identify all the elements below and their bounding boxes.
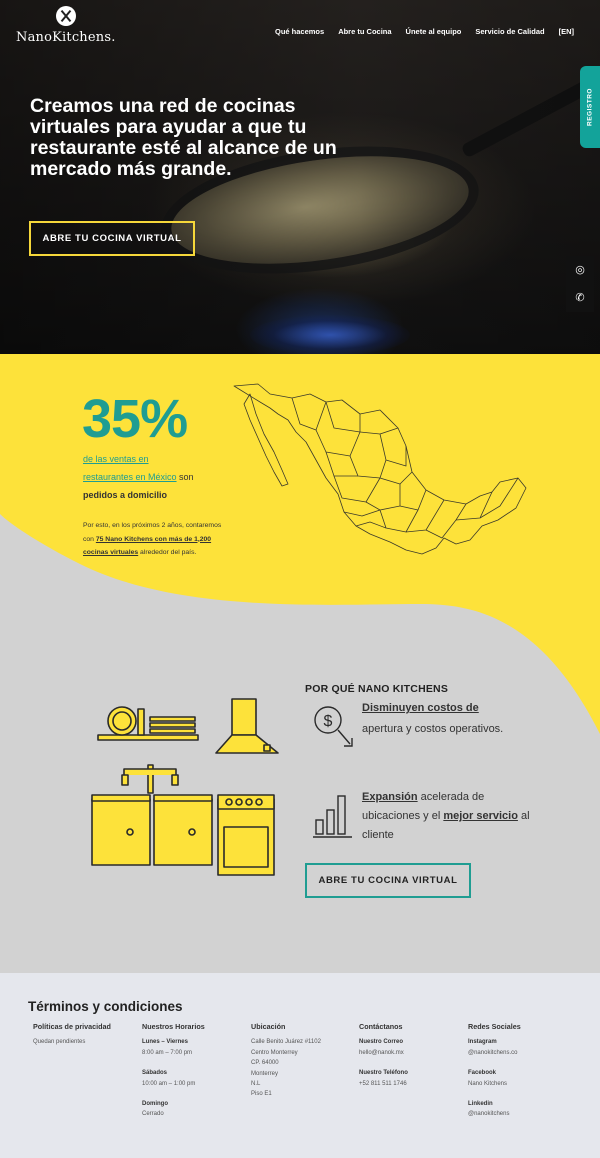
contact-email-label: Nuestro Correo — [359, 1039, 404, 1046]
growth-chart-icon — [313, 795, 352, 838]
nav-abre-tu-cocina[interactable]: Abre tu Cocina — [338, 27, 391, 36]
stat-line1: de las ventas en — [83, 454, 149, 464]
location-line: N.L — [251, 1081, 261, 1088]
whatsapp-icon[interactable]: ◎ — [566, 256, 594, 284]
kitchen-equipment-illustration — [91, 698, 279, 876]
hours-weekdays-label: Lunes – Viernes — [142, 1039, 188, 1046]
hero-title: Creamos una red de cocinas virtuales par… — [30, 95, 337, 180]
nav-language-toggle[interactable]: [EN] — [559, 27, 574, 36]
stat-description: de las ventas en restaurantes en México … — [83, 450, 253, 504]
side-contact-bar: ◎ ✆ — [566, 256, 594, 312]
social-instagram-label: Instagram — [468, 1039, 497, 1046]
benefit-costs-text: apertura y costos operativos. — [362, 723, 504, 735]
benefit-expansion-bold1: Expansión — [362, 791, 418, 803]
stat-percentage: 35% — [82, 389, 188, 449]
social-instagram-link[interactable]: @nanokitchens.co — [468, 1048, 573, 1058]
footer-col-social: Redes Sociales Instagram @nanokitchens.c… — [468, 1022, 573, 1120]
logo-text: NanoKitchens. — [16, 30, 116, 45]
main-nav: Qué hacemos Abre tu Cocina Únete al equi… — [275, 27, 574, 36]
location-line: Monterrey — [251, 1070, 279, 1077]
footer-col-hours: Nuestros Horarios Lunes – Viernes 8:00 a… — [142, 1022, 247, 1120]
footer-privacy-heading[interactable]: Políticas de privacidad — [33, 1022, 138, 1032]
hours-sunday-label: Domingo — [142, 1101, 168, 1108]
benefit-expansion: Expansión acelerada de ubicaciones y el … — [362, 788, 542, 845]
social-linkedin-link[interactable]: @nanokitchens — [468, 1109, 573, 1119]
footer: Términos y condiciones Políticas de priv… — [0, 973, 600, 1158]
stat-line3: pedidos a domicilio — [83, 490, 168, 500]
nav-servicio-de-calidad[interactable]: Servicio de Calidad — [475, 27, 544, 36]
why-nano-title: POR QUÉ NANO KITCHENS — [305, 683, 449, 695]
hours-saturday-label: Sábados — [142, 1070, 168, 1077]
social-linkedin-label: Linkedin — [468, 1101, 493, 1108]
location-line: Piso E1 — [251, 1091, 272, 1098]
social-facebook-label: Facebook — [468, 1070, 497, 1077]
contact-email-link[interactable]: hello@nanok.mx — [359, 1048, 464, 1058]
stat-detail: Por esto, en los próximos 2 años, contar… — [83, 519, 233, 560]
benefit-costs-bold: Disminuyen costos de — [362, 702, 479, 714]
stat-line2: restaurantes en México — [83, 472, 177, 482]
footer-contact-heading: Contáctanos — [359, 1022, 403, 1031]
hero-cta-button[interactable]: ABRE TU COCINA VIRTUAL — [29, 221, 195, 256]
footer-col-contact: Contáctanos Nuestro Correo hello@nanok.m… — [359, 1022, 464, 1089]
hours-sunday-value: Cerrado — [142, 1111, 164, 1118]
footer-hours-heading: Nuestros Horarios — [142, 1022, 205, 1031]
nav-unete-al-equipo[interactable]: Únete al equipo — [406, 27, 462, 36]
dollar-glyph: $ — [324, 713, 333, 730]
utensils-icon — [56, 6, 76, 26]
stat-line2b: son — [176, 472, 194, 482]
footer-col-location: Ubicación Calle Benito Juárez #1102 Cent… — [251, 1022, 356, 1100]
mexico-map-icon — [233, 383, 527, 555]
footer-social-heading: Redes Sociales — [468, 1022, 521, 1031]
footer-location-heading: Ubicación — [251, 1022, 286, 1031]
benefit-costs: Disminuyen costos de apertura y costos o… — [362, 698, 542, 740]
footer-col-privacy: Políticas de privacidad Quedan pendiente… — [33, 1022, 138, 1048]
location-line: Calle Benito Juárez #1102 — [251, 1039, 321, 1046]
site-logo[interactable]: NanoKitchens. — [16, 6, 116, 45]
footer-privacy-text: Quedan pendientes — [33, 1039, 86, 1046]
phone-icon[interactable]: ✆ — [566, 284, 594, 312]
location-line: Centro Monterrey — [251, 1049, 298, 1056]
contact-phone-label: Nuestro Teléfono — [359, 1070, 408, 1077]
stat-detail-end: alrededor del país. — [138, 549, 197, 556]
footer-title[interactable]: Términos y condiciones — [28, 999, 183, 1014]
why-cta-button[interactable]: ABRE TU COCINA VIRTUAL — [305, 863, 471, 898]
benefit-expansion-bold2: mejor servicio — [443, 810, 518, 822]
hours-weekdays-value: 8:00 am – 7:00 pm — [142, 1049, 193, 1056]
dollar-down-icon: $ — [314, 706, 353, 747]
hours-saturday-value: 10:00 am – 1:00 pm — [142, 1080, 196, 1087]
registro-label: REGISTRO — [586, 88, 594, 126]
nav-que-hacemos[interactable]: Qué hacemos — [275, 27, 324, 36]
contact-phone-link[interactable]: +52 811 511 1746 — [359, 1079, 464, 1089]
social-facebook-link[interactable]: Nano Kitchens — [468, 1079, 573, 1089]
location-line: CP. 64000 — [251, 1060, 279, 1067]
registro-tab[interactable]: REGISTRO — [580, 66, 600, 148]
